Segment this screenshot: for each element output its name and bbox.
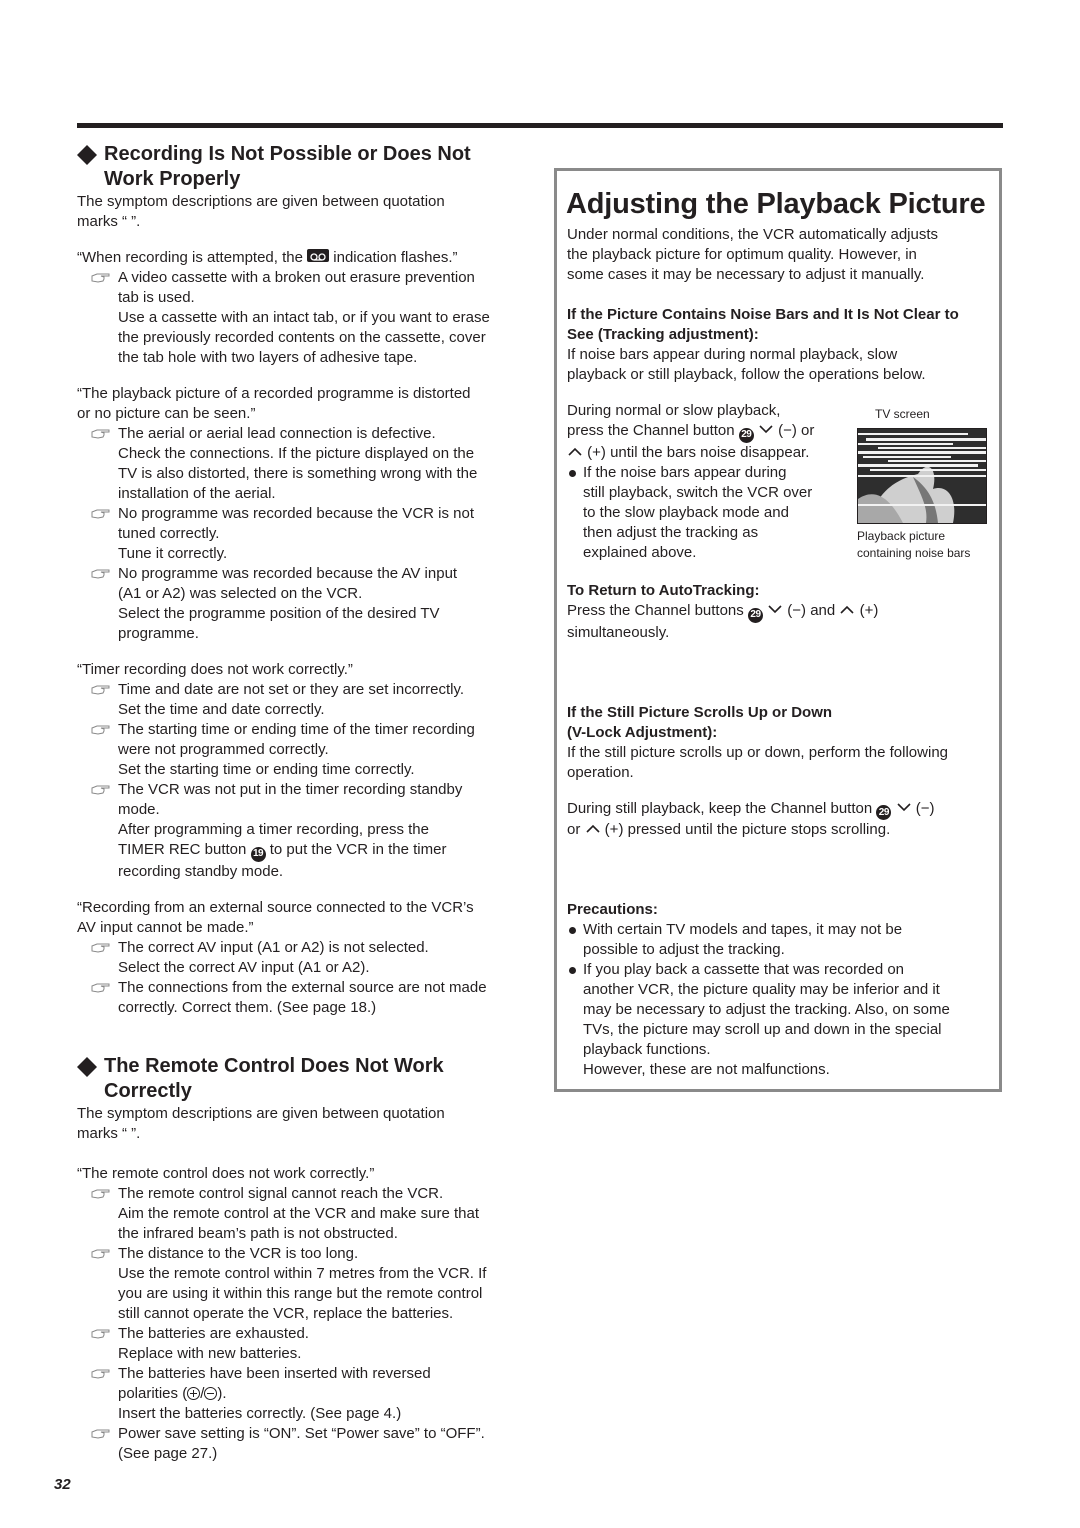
pointing-hand-icon	[91, 569, 110, 579]
pointing-hand-icon	[91, 1369, 110, 1379]
pointing-hand-icon	[91, 725, 110, 735]
tv-screen-label: TV screen	[875, 407, 930, 421]
tracking-steps: During normal or slow playback, press th…	[567, 401, 992, 561]
chevron-up-icon	[568, 447, 582, 456]
pointing-hand-icon	[91, 685, 110, 695]
cause-item: A video cassette with a broken out erasu…	[77, 268, 537, 368]
channel-button-number-badge: 29	[747, 607, 763, 623]
panel-title: Adjusting the Playback Picture	[566, 188, 986, 220]
channel-button-number-badge: 29	[876, 805, 892, 820]
minus-polarity-icon	[204, 1386, 218, 1400]
symptom-text: “Timer recording does not work correctly…	[77, 661, 353, 678]
button-number-badge: 19	[250, 846, 266, 862]
pointing-hand-icon	[91, 1249, 110, 1259]
pointing-hand-icon	[91, 785, 110, 795]
tracking-heading: If the Picture Contains Noise Bars and I…	[567, 306, 959, 343]
cause-item: The aerial or aerial lead connection is …	[77, 424, 537, 504]
pointing-hand-icon	[91, 509, 110, 519]
tracking-note: If the noise bars appear during still pl…	[567, 463, 857, 563]
cause-item: The batteries are exhausted. Replace wit…	[77, 1324, 537, 1364]
auto-tracking-heading: To Return to AutoTracking:	[567, 582, 760, 599]
diamond-bullet-icon	[77, 1056, 97, 1077]
vlock-step: During still playback, keep the Channel …	[567, 799, 935, 839]
playback-picture-panel: Adjusting the Playback Picture Under nor…	[554, 168, 1002, 1092]
pointing-hand-icon	[91, 429, 110, 439]
pointing-hand-icon	[91, 983, 110, 993]
tv-screen-figure: TV screen Playback picture containing no…	[857, 407, 992, 562]
panel-intro: Under normal conditions, the VCR automat…	[567, 226, 939, 283]
auto-tracking-body: Press the Channel buttons 29 (−) and (+)…	[567, 602, 879, 641]
cause-item: The connections from the external source…	[77, 978, 537, 1018]
page-number: 32	[54, 1476, 71, 1493]
cause-item: The batteries have been inserted with re…	[77, 1364, 537, 1424]
symptom-text: “Recording from an external source conne…	[77, 898, 474, 936]
troubleshooting-column: Recording Is Not Possible or Does Not Wo…	[77, 142, 537, 1464]
chevron-down-icon	[768, 605, 782, 614]
channel-button-number-badge: 29	[738, 427, 754, 443]
cause-item: The correct AV input (A1 or A2) is not s…	[77, 938, 537, 978]
tracking-body: If noise bars appear during normal playb…	[567, 346, 926, 383]
precautions-heading: Precautions:	[567, 901, 658, 918]
chevron-up-icon	[840, 605, 854, 614]
pointing-hand-icon	[91, 1429, 110, 1439]
section-intro: The symptom descriptions are given betwe…	[77, 1104, 445, 1142]
cassette-indicator-icon	[307, 249, 330, 262]
vlock-body: If the still picture scrolls up or down,…	[567, 743, 948, 781]
vlock-heading: If the Still Picture Scrolls Up or Down(…	[567, 703, 833, 741]
precaution-item: With certain TV models and tapes, it may…	[567, 920, 992, 960]
symptom-text: “The playback picture of a recorded prog…	[77, 385, 471, 422]
section-heading-recording: Recording Is Not Possible or Does Not Wo…	[77, 142, 537, 192]
symptom-text: “The remote control does not work correc…	[77, 1164, 375, 1182]
symptom-text: “When recording is attempted, the indica…	[77, 249, 458, 266]
chevron-down-icon	[759, 425, 773, 434]
cause-item: The remote control signal cannot reach t…	[77, 1184, 537, 1244]
cause-item: The VCR was not put in the timer recordi…	[77, 780, 537, 882]
tv-screen-caption: Playback picture containing noise bars	[857, 529, 971, 560]
diamond-bullet-icon	[77, 145, 97, 165]
cause-item: The distance to the VCR is too long. Use…	[77, 1244, 537, 1324]
pointing-hand-icon	[91, 273, 110, 283]
noise-bars-image	[857, 428, 987, 524]
pointing-hand-icon	[91, 943, 110, 953]
plus-polarity-icon	[187, 1386, 201, 1400]
pointing-hand-icon	[91, 1329, 110, 1339]
section-intro: The symptom descriptions are given betwe…	[77, 193, 445, 230]
chevron-up-icon	[585, 824, 600, 833]
section-heading-remote-control: The Remote Control Does Not Work Correct…	[77, 1054, 537, 1104]
pointing-hand-icon	[91, 1189, 110, 1199]
cause-item: Power save setting is “ON”. Set “Power s…	[77, 1424, 537, 1464]
cause-item: The starting time or ending time of the …	[77, 720, 537, 780]
cause-item: No programme was recorded because the AV…	[77, 564, 537, 644]
precaution-item: If you play back a cassette that was rec…	[567, 960, 992, 1080]
top-rule	[77, 123, 1003, 128]
chevron-down-icon	[896, 802, 911, 811]
cause-item: No programme was recorded because the VC…	[77, 504, 537, 564]
cause-item: Time and date are not set or they are se…	[77, 680, 537, 720]
